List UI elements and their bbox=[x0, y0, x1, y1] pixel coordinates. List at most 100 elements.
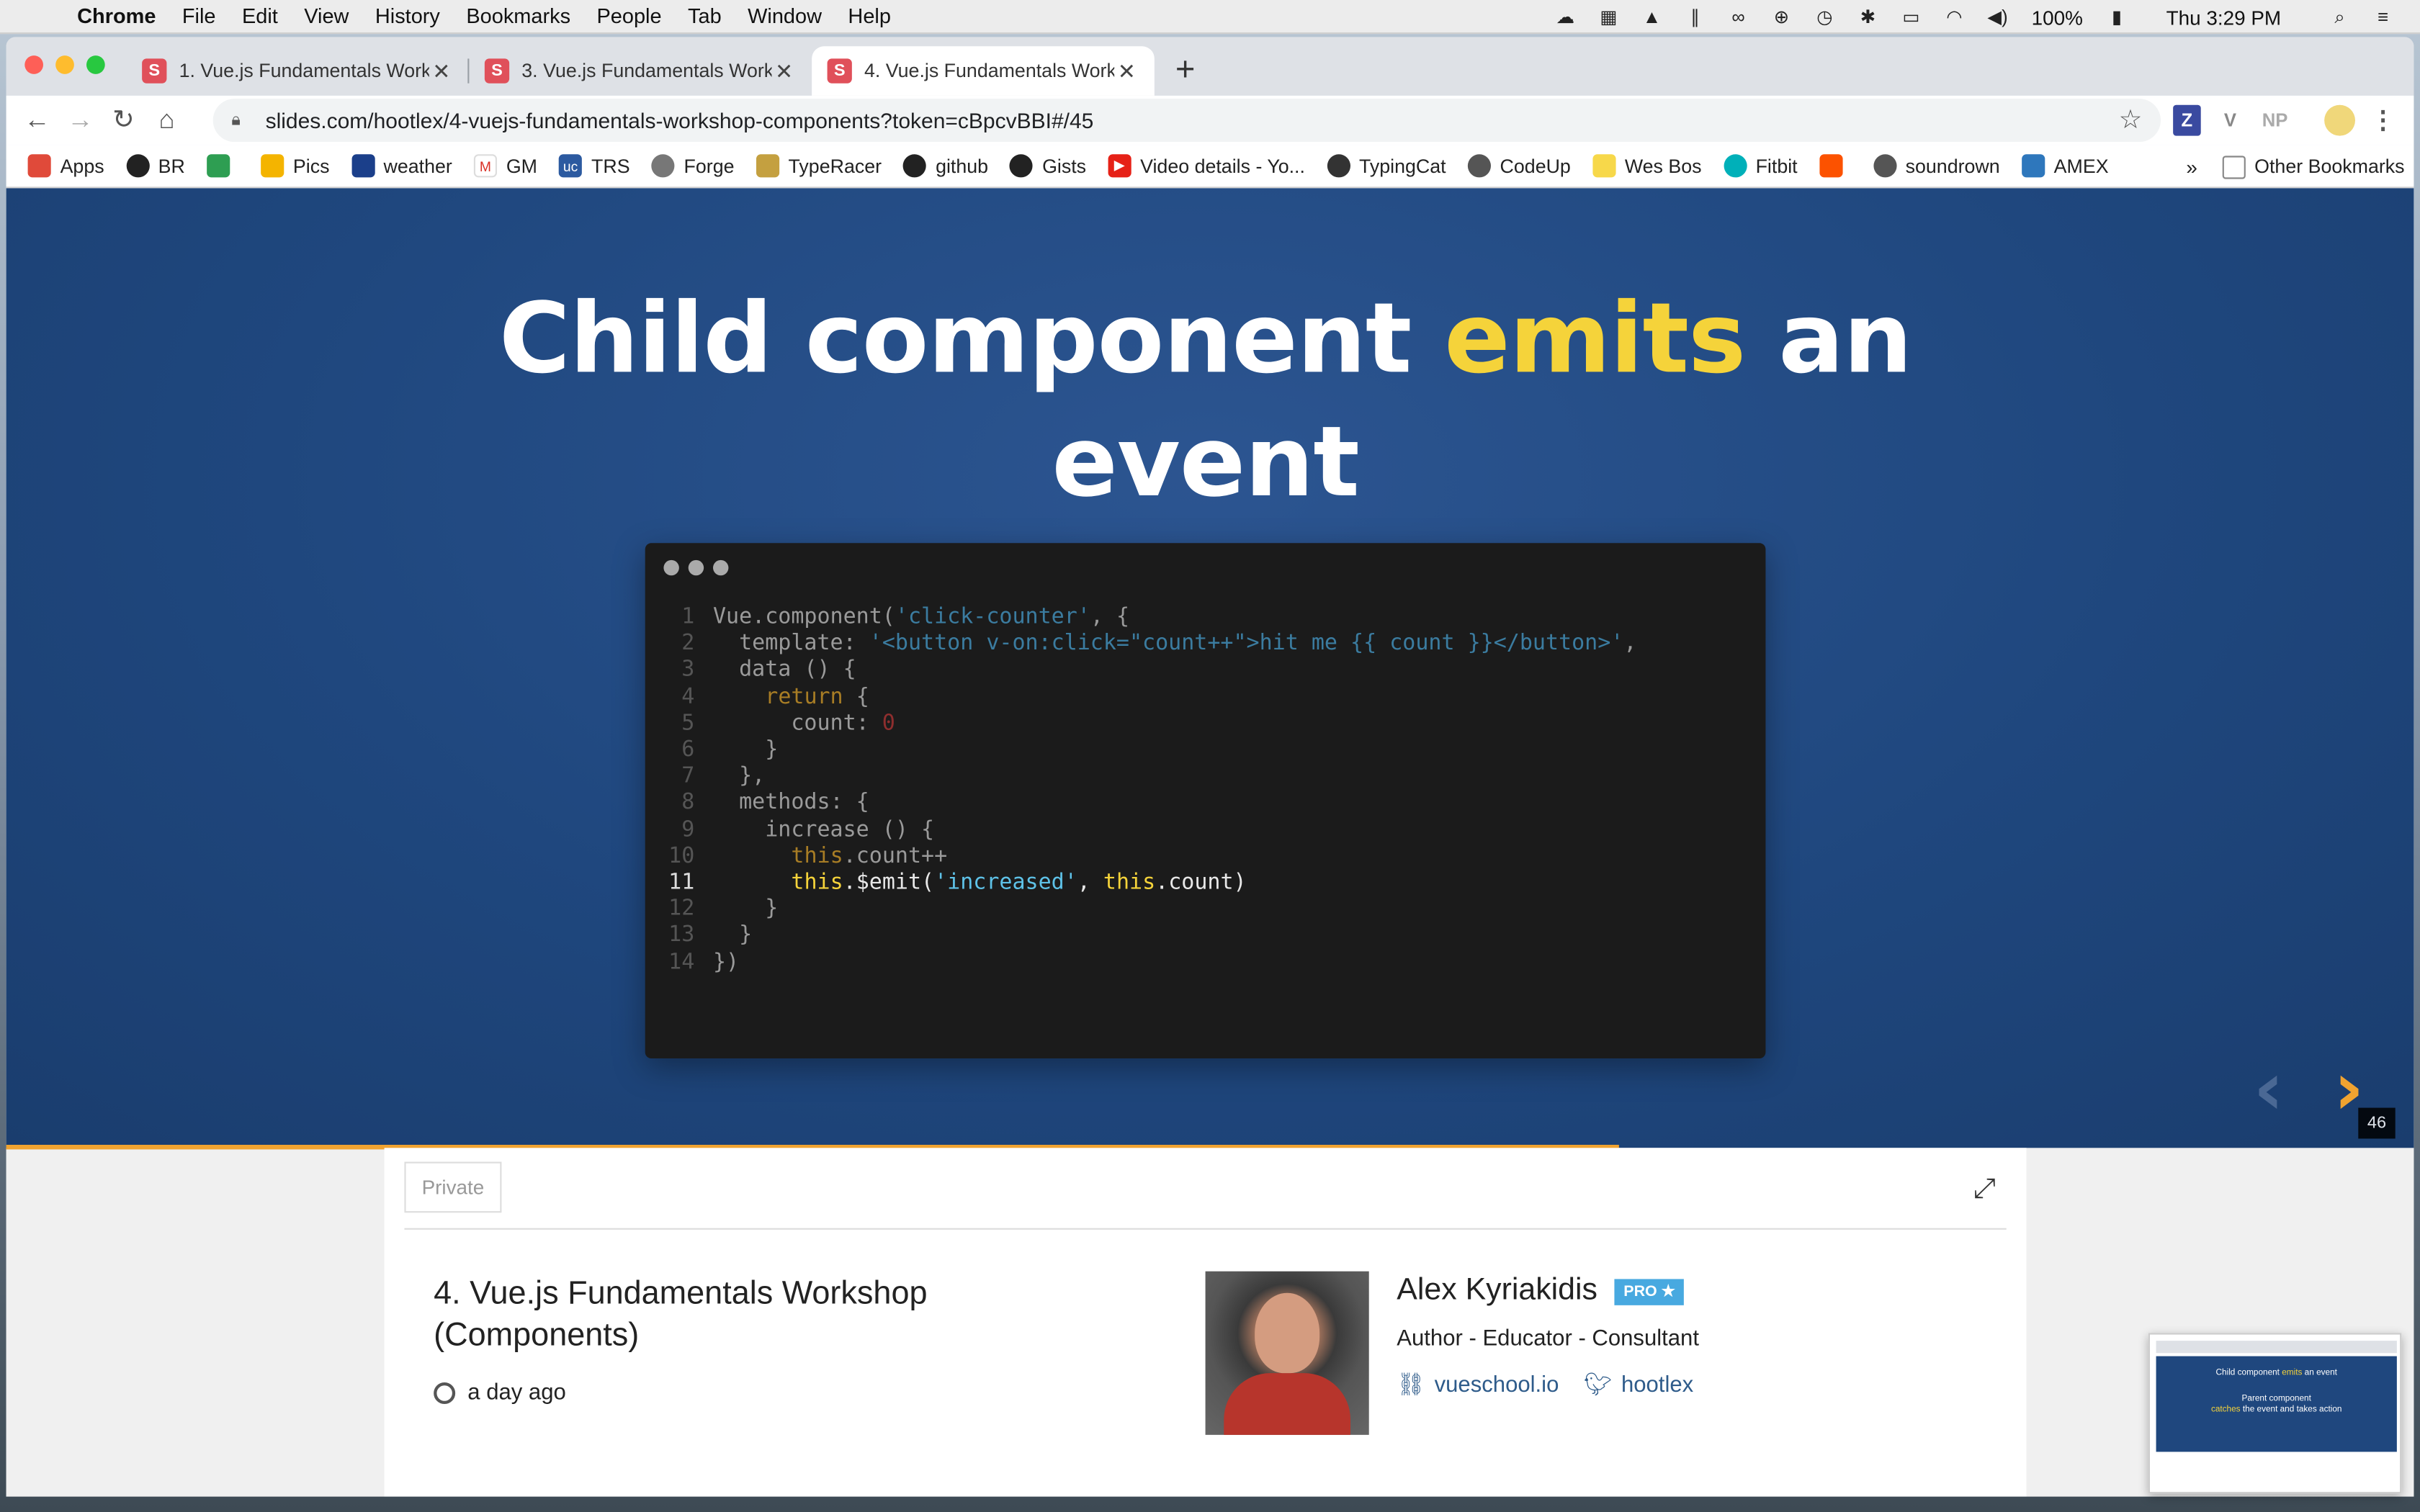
bookmark-github[interactable]: github bbox=[903, 154, 988, 178]
bluetooth-icon[interactable]: ✱ bbox=[1855, 6, 1880, 28]
menu-file[interactable]: File bbox=[182, 4, 216, 27]
bookmark-fitbit[interactable]: Fitbit bbox=[1723, 154, 1798, 178]
twitter-link[interactable]: 🐦︎ hootlex bbox=[1584, 1372, 1694, 1398]
tab-title: 4. Vue.js Fundamentals Worksh bbox=[864, 60, 1115, 82]
clock-icon bbox=[434, 1382, 456, 1404]
chrome-menu-icon[interactable]: ⋮ bbox=[2370, 105, 2395, 136]
code-line: 13 } bbox=[668, 923, 753, 948]
close-tab-icon[interactable]: ✕ bbox=[1114, 58, 1139, 84]
extension-np-icon[interactable]: NP bbox=[2257, 105, 2293, 136]
extension-z-icon[interactable]: Z bbox=[2173, 104, 2201, 136]
code-window-dots bbox=[663, 559, 729, 576]
close-tab-icon[interactable]: ✕ bbox=[771, 58, 796, 84]
docker-icon[interactable]: ▦ bbox=[1596, 6, 1621, 28]
trs-icon: uc bbox=[558, 154, 583, 178]
bookmark-wesbos[interactable]: Wes Bos bbox=[1592, 154, 1702, 178]
menu-tab[interactable]: Tab bbox=[688, 4, 722, 27]
tab-title: 1. Vue.js Fundamentals Worksh bbox=[179, 60, 429, 82]
volume-icon[interactable]: ◀) bbox=[1985, 6, 2009, 28]
tab-active[interactable]: S 4. Vue.js Fundamentals Worksh ✕ bbox=[812, 46, 1155, 96]
bookmark-pics[interactable]: Pics bbox=[260, 154, 330, 178]
back-arrow-icon[interactable]: ← bbox=[15, 105, 58, 136]
menu-history[interactable]: History bbox=[375, 4, 440, 27]
new-tab-button[interactable]: + bbox=[1167, 52, 1204, 89]
address-url: slides.com/hootlex/4-vuejs-fundamentals-… bbox=[265, 108, 1094, 133]
glasses-icon[interactable]: ∞ bbox=[1726, 6, 1750, 28]
globe-icon bbox=[1873, 154, 1896, 178]
bookmark-gm[interactable]: M GM bbox=[473, 154, 537, 178]
deck-title: 4. Vue.js Fundamentals Workshop (Compone… bbox=[434, 1276, 928, 1354]
slide-title-highlight: emits bbox=[1444, 282, 1746, 395]
close-window-button[interactable] bbox=[24, 55, 43, 74]
website-link[interactable]: ⛓ vueschool.io bbox=[1397, 1372, 1559, 1398]
bookmark-star-icon[interactable]: ☆ bbox=[2119, 105, 2143, 136]
prev-slide-arrow-icon[interactable]: ‹ bbox=[2254, 1046, 2284, 1133]
bookmark-codeup[interactable]: CodeUp bbox=[1467, 154, 1571, 178]
menu-people[interactable]: People bbox=[596, 4, 661, 27]
other-bookmarks-folder[interactable]: Other Bookmarks bbox=[2222, 155, 2405, 179]
fullscreen-icon[interactable]: ⤢ bbox=[1973, 1173, 1996, 1205]
bookmarks-overflow-button[interactable]: » bbox=[2186, 155, 2197, 178]
address-bar[interactable]: 🔒︎ slides.com/hootlex/4-vuejs-fundamenta… bbox=[212, 99, 2161, 143]
screenshot-thumbnail[interactable]: Child component emits an event Parent co… bbox=[2148, 1333, 2402, 1494]
author-links: ⛓ vueschool.io 🐦︎ hootlex bbox=[1397, 1372, 1718, 1398]
code-line: 12 } bbox=[668, 896, 779, 922]
accessibility-icon[interactable]: ⊕ bbox=[1769, 6, 1793, 28]
author-name[interactable]: Alex Kyriakidis bbox=[1397, 1273, 1597, 1308]
bookmark-trs[interactable]: uc TRS bbox=[558, 154, 630, 178]
menu-chrome[interactable]: Chrome bbox=[77, 4, 156, 27]
menu-window[interactable]: Window bbox=[748, 4, 822, 27]
bookmark-typingcat[interactable]: TypingCat bbox=[1326, 154, 1446, 178]
github-icon bbox=[125, 154, 149, 178]
zoom-window-button[interactable] bbox=[86, 55, 105, 74]
bookmark-drive[interactable] bbox=[206, 154, 239, 178]
bookmark-apps[interactable]: Apps bbox=[27, 154, 104, 178]
code-line: 6 } bbox=[681, 737, 779, 762]
gmail-icon: M bbox=[473, 154, 497, 178]
wifi-icon[interactable]: ◠ bbox=[1942, 6, 1966, 28]
spotlight-search-icon[interactable]: ⌕ bbox=[2327, 6, 2352, 28]
reload-icon[interactable]: ↻ bbox=[102, 105, 145, 136]
folder-icon bbox=[2222, 155, 2246, 179]
menu-bookmarks[interactable]: Bookmarks bbox=[466, 4, 570, 27]
home-icon[interactable]: ⌂ bbox=[145, 105, 188, 136]
bookmark-br[interactable]: BR bbox=[125, 154, 185, 178]
cloud-icon[interactable]: ☁ bbox=[1553, 6, 1577, 28]
bookmark-amex[interactable]: AMEX bbox=[2021, 154, 2109, 178]
profile-avatar-icon[interactable] bbox=[2324, 104, 2355, 136]
bookmark-youtube[interactable]: ▶ Video details - Yo... bbox=[1108, 154, 1305, 178]
minimize-window-button[interactable] bbox=[55, 55, 74, 74]
battery-percent: 100% bbox=[2031, 5, 2083, 29]
keyboard-icon[interactable]: ▭ bbox=[1899, 6, 1923, 28]
tab-2[interactable]: S 3. Vue.js Fundamentals Worksh ✕ bbox=[469, 46, 812, 96]
menu-view[interactable]: View bbox=[304, 4, 349, 27]
bookmark-gists[interactable]: Gists bbox=[1010, 154, 1086, 178]
author-avatar[interactable] bbox=[1205, 1271, 1369, 1435]
visibility-badge[interactable]: Private bbox=[404, 1161, 502, 1213]
photos-icon bbox=[260, 154, 284, 178]
bookmark-strava[interactable] bbox=[1819, 154, 1852, 178]
bookmark-soundrown[interactable]: soundrown bbox=[1873, 154, 2000, 178]
bookmark-forge[interactable]: Forge bbox=[651, 154, 735, 178]
close-tab-icon[interactable]: ✕ bbox=[429, 58, 454, 84]
menu-edit[interactable]: Edit bbox=[242, 4, 278, 27]
bookmark-typeracer[interactable]: TypeRacer bbox=[756, 154, 882, 178]
weather-icon bbox=[351, 154, 375, 178]
paw-icon bbox=[1326, 154, 1350, 178]
battery-icon[interactable]: ▮ bbox=[2105, 6, 2129, 28]
bookmark-weather[interactable]: weather bbox=[351, 154, 452, 178]
forward-arrow-icon[interactable]: → bbox=[58, 105, 102, 136]
menu-help[interactable]: Help bbox=[848, 4, 890, 27]
notification-center-icon[interactable]: ≡ bbox=[2370, 6, 2395, 28]
tab-1[interactable]: S 1. Vue.js Fundamentals Worksh ✕ bbox=[127, 46, 470, 96]
menubar-clock[interactable]: Thu 3:29 PM bbox=[2166, 6, 2282, 29]
forge-icon bbox=[651, 154, 675, 178]
code-line: 7 }, bbox=[681, 764, 766, 789]
tab-strip: S 1. Vue.js Fundamentals Worksh ✕ S 3. V… bbox=[6, 37, 2414, 96]
audio-bars-icon[interactable]: ∥ bbox=[1682, 6, 1707, 28]
time-machine-icon[interactable]: ◷ bbox=[1812, 6, 1837, 28]
extension-v-icon[interactable]: V bbox=[2216, 105, 2244, 136]
vector-icon[interactable]: ▲ bbox=[1639, 6, 1664, 28]
lock-icon[interactable]: 🔒︎ bbox=[231, 110, 253, 130]
window-controls bbox=[24, 55, 105, 74]
